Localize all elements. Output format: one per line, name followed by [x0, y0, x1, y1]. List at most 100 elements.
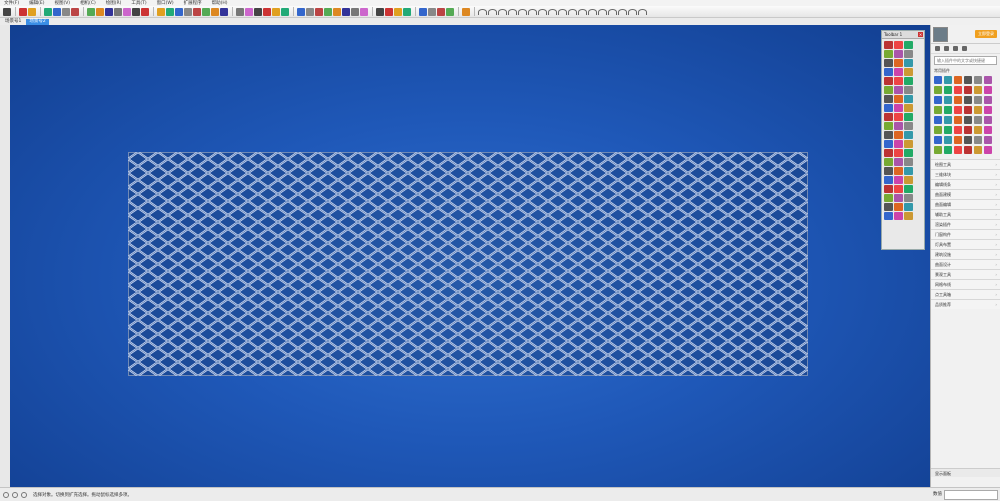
plugin-tool-icon[interactable]	[884, 203, 893, 211]
curve-tool-icon[interactable]	[508, 8, 517, 15]
toolbar-tool-icon[interactable]	[44, 7, 52, 16]
plugin-tool-icon[interactable]	[904, 212, 913, 220]
show-panel-button[interactable]: 显示面板	[931, 468, 1000, 477]
toolbar-tool-icon[interactable]	[87, 7, 95, 16]
plugin-tool-icon[interactable]	[904, 41, 913, 49]
plugin-icon[interactable]	[984, 146, 992, 154]
plugin-category-7[interactable]: 门窗构件	[931, 229, 1000, 239]
curve-tool-icon[interactable]	[618, 8, 627, 15]
plugin-tool-icon[interactable]	[894, 140, 903, 148]
toolbar-tool-icon[interactable]	[202, 7, 210, 16]
toolbar-tool-icon[interactable]	[175, 7, 183, 16]
plugin-tool-icon[interactable]	[894, 86, 903, 94]
cart-icon[interactable]	[944, 46, 949, 51]
plugin-category-3[interactable]: 曲面建模	[931, 189, 1000, 199]
plugin-tool-icon[interactable]	[904, 140, 913, 148]
plugin-tool-icon[interactable]	[894, 41, 903, 49]
plugin-tool-icon[interactable]	[894, 113, 903, 121]
toolbar-tool-icon[interactable]	[105, 7, 113, 16]
user-icon[interactable]	[953, 46, 958, 51]
avatar[interactable]	[933, 26, 948, 42]
plugin-icon[interactable]	[964, 76, 972, 84]
plugin-category-13[interactable]: 点工具箱	[931, 289, 1000, 299]
plugin-tool-icon[interactable]	[894, 212, 903, 220]
plugin-tool-icon[interactable]	[904, 113, 913, 121]
plugin-icon[interactable]	[934, 96, 942, 104]
plugin-category-10[interactable]: 曲面设计	[931, 259, 1000, 269]
curve-tool-icon[interactable]	[498, 8, 507, 15]
plugin-tool-icon[interactable]	[884, 176, 893, 184]
plugin-icon[interactable]	[984, 136, 992, 144]
plugin-icon[interactable]	[954, 146, 962, 154]
toolbar-tool-icon[interactable]	[403, 7, 411, 16]
plugin-tool-icon[interactable]	[904, 50, 913, 58]
plugin-tool-icon[interactable]	[894, 194, 903, 202]
toolbar-tool-icon[interactable]	[141, 7, 149, 16]
plugin-icon[interactable]	[934, 116, 942, 124]
curve-tool-icon[interactable]	[528, 8, 537, 15]
toolbar-tool-icon[interactable]	[132, 7, 140, 16]
toolbar-tool-icon[interactable]	[385, 7, 393, 16]
plugin-category-5[interactable]: 辅助工具	[931, 209, 1000, 219]
toolbar-tool-icon[interactable]	[360, 7, 368, 16]
toolbar-tool-icon[interactable]	[245, 7, 253, 16]
plugin-icon[interactable]	[974, 96, 982, 104]
toolbar-tool-icon[interactable]	[123, 7, 131, 16]
plugin-icon[interactable]	[934, 106, 942, 114]
plugin-category-8[interactable]: 灯具布置	[931, 239, 1000, 249]
toolbar-tool-icon[interactable]	[306, 7, 314, 16]
plugin-tool-icon[interactable]	[884, 194, 893, 202]
plugin-icon[interactable]	[944, 106, 952, 114]
plugin-icon[interactable]	[974, 146, 982, 154]
plugin-icon[interactable]	[974, 86, 982, 94]
plugin-icon[interactable]	[954, 96, 962, 104]
curve-tool-icon[interactable]	[638, 8, 647, 15]
toolbar-tool-icon[interactable]	[394, 7, 402, 16]
toolbar-tool-icon[interactable]	[437, 7, 445, 16]
curve-tool-icon[interactable]	[608, 8, 617, 15]
curve-tool-icon[interactable]	[558, 8, 567, 15]
login-button[interactable]: 立即登录	[975, 30, 997, 38]
plugin-category-0[interactable]: 绘图工具	[931, 159, 1000, 169]
plugin-icon[interactable]	[954, 116, 962, 124]
toolbar-tool-icon[interactable]	[254, 7, 262, 16]
plugin-tool-icon[interactable]	[894, 68, 903, 76]
plugin-tool-icon[interactable]	[894, 203, 903, 211]
plugin-icon[interactable]	[954, 106, 962, 114]
toolbar-tool-icon[interactable]	[96, 7, 104, 16]
toolbar-tool-icon[interactable]	[28, 7, 36, 16]
plugin-tool-icon[interactable]	[904, 167, 913, 175]
tab-scene-2[interactable]: 场景号2	[26, 18, 49, 25]
expanded-metal-mesh-model[interactable]	[128, 152, 808, 376]
plugin-category-9[interactable]: 建筑设施	[931, 249, 1000, 259]
plugin-icon[interactable]	[944, 86, 952, 94]
plugin-icon[interactable]	[964, 146, 972, 154]
toolbar-tool-icon[interactable]	[211, 7, 219, 16]
plugin-category-12[interactable]: 网格布线	[931, 279, 1000, 289]
plugin-icon[interactable]	[974, 116, 982, 124]
plugin-tool-icon[interactable]	[884, 41, 893, 49]
plugin-icon[interactable]	[984, 76, 992, 84]
plugin-icon[interactable]	[964, 86, 972, 94]
plugin-tool-icon[interactable]	[894, 167, 903, 175]
plugin-icon[interactable]	[944, 116, 952, 124]
plugin-tool-icon[interactable]	[884, 140, 893, 148]
toolbar-tool-icon[interactable]	[281, 7, 289, 16]
plugin-tool-icon[interactable]	[904, 176, 913, 184]
plugin-icon[interactable]	[934, 86, 942, 94]
plugin-icon[interactable]	[974, 76, 982, 84]
plugin-tool-icon[interactable]	[894, 185, 903, 193]
plugin-icon[interactable]	[974, 106, 982, 114]
plugin-tool-icon[interactable]	[884, 68, 893, 76]
toolbar-tool-icon[interactable]	[19, 7, 27, 16]
plugin-tool-icon[interactable]	[894, 158, 903, 166]
toolbar-tool-icon[interactable]	[376, 7, 384, 16]
plugin-tool-icon[interactable]	[904, 59, 913, 67]
toolbar-tool-icon[interactable]	[419, 7, 427, 16]
plugin-category-4[interactable]: 曲面编辑	[931, 199, 1000, 209]
plugin-icon[interactable]	[944, 96, 952, 104]
model-viewport[interactable]	[10, 25, 930, 487]
toolbar-tool-icon[interactable]	[62, 7, 70, 16]
curve-tool-icon[interactable]	[598, 8, 607, 15]
plugin-tool-icon[interactable]	[884, 122, 893, 130]
